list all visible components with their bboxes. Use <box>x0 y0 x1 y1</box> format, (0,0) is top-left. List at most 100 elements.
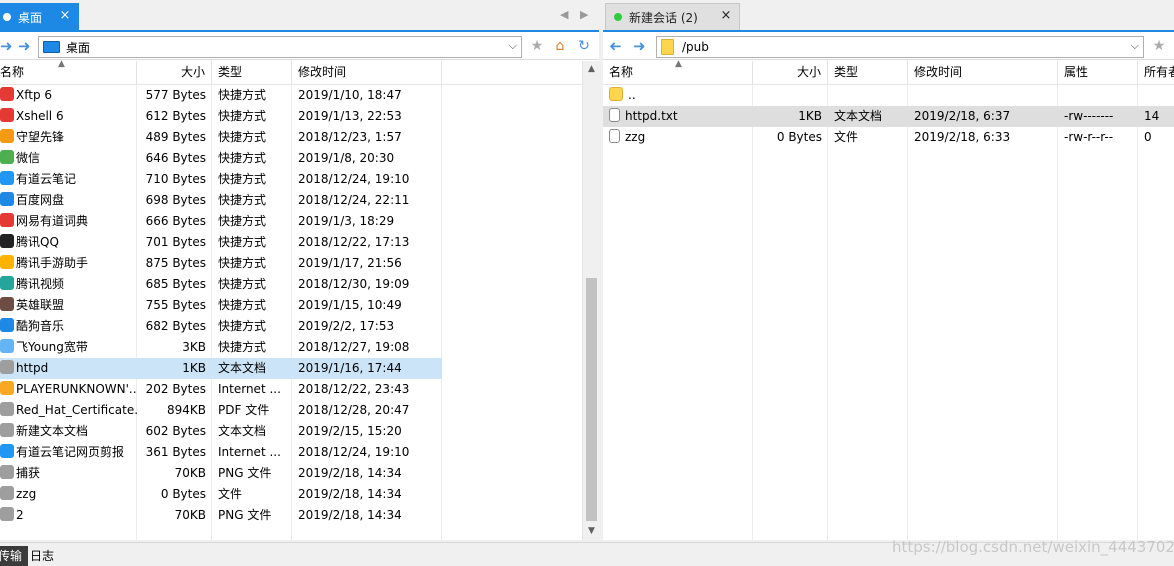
cell-text: 快捷方式 <box>218 319 267 333</box>
chevron-down-icon[interactable]: ⌵ <box>509 39 517 53</box>
cell-type: 快捷方式 <box>212 274 292 295</box>
column-owner[interactable]: 所有者 <box>1138 61 1174 85</box>
table-row[interactable]: 酷狗音乐 682 Bytes 快捷方式 2019/2/2, 17:53 <box>0 316 442 337</box>
cell-text: 2 <box>16 508 24 522</box>
tab-log[interactable]: 日志 <box>24 546 60 566</box>
cell-text: 快捷方式 <box>218 88 267 102</box>
cell-text: 百度网盘 <box>16 193 65 207</box>
scrollbar-thumb[interactable] <box>586 278 597 521</box>
table-row[interactable]: Xshell 6 612 Bytes 快捷方式 2019/1/13, 22:53 <box>0 106 442 127</box>
column-type[interactable]: 类型 <box>828 61 908 85</box>
table-row[interactable]: httpd 1KB 文本文档 2019/1/16, 17:44 <box>0 358 442 379</box>
table-row[interactable]: 百度网盘 698 Bytes 快捷方式 2018/12/24, 22:11 <box>0 190 442 211</box>
tab-desktop[interactable]: 桌面 × <box>0 3 79 30</box>
cell-size: 602 Bytes <box>137 421 212 442</box>
chevron-down-icon[interactable]: ⌵ <box>1131 39 1139 53</box>
cell-text: Red_Hat_Certificate... <box>16 403 137 417</box>
cell-text: 2018/12/22, 23:43 <box>298 382 410 396</box>
table-row[interactable]: 有道云笔记网页剪报 361 Bytes Internet ... 2018/12/24… <box>0 442 442 463</box>
tab-scroll-left-icon[interactable]: ◀ <box>560 8 568 21</box>
table-row[interactable]: 捕获 70KB PNG 文件 2019/2/18, 14:34 <box>0 463 442 484</box>
cell-text: 2019/2/18, 14:34 <box>298 466 402 480</box>
table-row[interactable]: zzg 0 Bytes 文件 2019/2/18, 6:33 -rw-r--r-- 0 <box>603 127 1174 148</box>
scroll-up-icon[interactable]: ▲ <box>583 61 599 78</box>
cell-text: 捕获 <box>16 466 41 480</box>
bookmark-star-icon[interactable]: ★ <box>528 37 546 55</box>
close-tab-icon[interactable]: × <box>719 9 733 23</box>
cell-text: 0 Bytes <box>776 130 822 144</box>
refresh-icon[interactable]: ↻ <box>575 37 593 55</box>
cell-text: 2019/1/8, 20:30 <box>298 151 395 165</box>
cell-text: 2019/2/18, 14:34 <box>298 508 402 522</box>
cell-size: 682 Bytes <box>137 316 212 337</box>
table-row[interactable]: zzg 0 Bytes 文件 2019/2/18, 14:34 <box>0 484 442 505</box>
cell-type: 快捷方式 <box>212 253 292 274</box>
cell-text: 快捷方式 <box>218 130 267 144</box>
table-row[interactable]: 网易有道词典 666 Bytes 快捷方式 2019/1/3, 18:29 <box>0 211 442 232</box>
back-arrow-icon[interactable]: ➜ <box>0 37 13 55</box>
local-path-combobox[interactable]: 桌面 ⌵ <box>38 36 522 58</box>
cell-text: PNG 文件 <box>218 508 272 522</box>
cell-text: Xshell 6 <box>16 109 64 123</box>
cell-mtime: 2018/12/22, 17:13 <box>292 232 442 253</box>
table-row[interactable]: 2 70KB PNG 文件 2019/2/18, 14:34 <box>0 505 442 526</box>
cell-mtime: 2018/12/23, 1:57 <box>292 127 442 148</box>
cell-text: 2018/12/24, 19:10 <box>298 445 410 459</box>
table-row[interactable]: 守望先锋 489 Bytes 快捷方式 2018/12/23, 1:57 <box>0 127 442 148</box>
local-vertical-scrollbar[interactable]: ▲ ▼ <box>582 61 599 540</box>
table-row[interactable]: .. <box>603 85 1174 106</box>
cell-text: 2019/2/18, 6:33 <box>914 130 1011 144</box>
cell-text: httpd <box>16 361 49 375</box>
back-arrow-icon[interactable]: ➜ <box>609 37 622 55</box>
bookmark-star-icon[interactable]: ★ <box>1150 37 1168 55</box>
cell-text: 快捷方式 <box>218 214 267 228</box>
table-row[interactable]: 腾讯手游助手 875 Bytes 快捷方式 2019/1/17, 21:56 <box>0 253 442 274</box>
forward-arrow-icon[interactable]: ➜ <box>633 37 646 55</box>
cell-name: 英雄联盟 <box>0 295 137 316</box>
table-row[interactable]: 飞Young宽带 3KB 快捷方式 2018/12/27, 19:08 <box>0 337 442 358</box>
column-name[interactable]: 名称 <box>0 61 137 85</box>
column-mtime[interactable]: 修改时间 <box>908 61 1058 85</box>
table-row[interactable]: PLAYERUNKNOWN'... 202 Bytes Internet ... 20… <box>0 379 442 400</box>
cell-mtime: 2018/12/22, 23:43 <box>292 379 442 400</box>
cell-type: 快捷方式 <box>212 337 292 358</box>
cell-text: 快捷方式 <box>218 277 267 291</box>
cell-text: 快捷方式 <box>218 193 267 207</box>
cell-text: 守望先锋 <box>16 130 65 144</box>
forward-arrow-icon[interactable]: ➜ <box>18 37 31 55</box>
column-type[interactable]: 类型 <box>212 61 292 85</box>
home-folder-icon[interactable]: ⌂ <box>551 37 569 55</box>
cell-text: 0 Bytes <box>160 487 206 501</box>
table-row[interactable]: 腾讯视频 685 Bytes 快捷方式 2018/12/30, 19:09 <box>0 274 442 295</box>
column-size[interactable]: 大小 <box>753 61 828 85</box>
cell-mtime: 2018/12/27, 19:08 <box>292 337 442 358</box>
table-row[interactable]: 有道云笔记 710 Bytes 快捷方式 2018/12/24, 19:10 <box>0 169 442 190</box>
cell-text: Internet ... <box>218 445 281 459</box>
remote-path-combobox[interactable]: /pub ⌵ <box>656 36 1144 58</box>
scroll-down-icon[interactable]: ▼ <box>583 523 599 540</box>
tab-session-2[interactable]: 新建会话 (2) × <box>605 3 740 30</box>
table-row[interactable]: Red_Hat_Certificate... 894KB PDF 文件 2018/12… <box>0 400 442 421</box>
column-size[interactable]: 大小 <box>137 61 212 85</box>
cell-text: 新建文本文档 <box>16 424 89 438</box>
cell-mtime: 2018/12/24, 19:10 <box>292 169 442 190</box>
cell-size: 70KB <box>137 463 212 484</box>
table-row[interactable]: 英雄联盟 755 Bytes 快捷方式 2019/1/15, 10:49 <box>0 295 442 316</box>
cell-type: 快捷方式 <box>212 106 292 127</box>
column-mtime[interactable]: 修改时间 <box>292 61 442 85</box>
table-row[interactable]: 微信 646 Bytes 快捷方式 2019/1/8, 20:30 <box>0 148 442 169</box>
cell-text: 698 Bytes <box>145 193 206 207</box>
column-attributes[interactable]: 属性 <box>1058 61 1138 85</box>
cell-mtime: 2019/2/18, 14:34 <box>292 463 442 484</box>
table-row[interactable]: 新建文本文档 602 Bytes 文本文档 2019/2/15, 15:20 <box>0 421 442 442</box>
cell-text: 701 Bytes <box>145 235 206 249</box>
tab-label: 桌面 <box>18 10 43 25</box>
cell-text: 3KB <box>182 340 206 354</box>
table-row[interactable]: httpd.txt 1KB 文本文档 2019/2/18, 6:37 -rw------… <box>603 106 1174 127</box>
table-row[interactable]: 腾讯QQ 701 Bytes 快捷方式 2018/12/22, 17:13 <box>0 232 442 253</box>
table-row[interactable]: Xftp 6 577 Bytes 快捷方式 2019/1/10, 18:47 <box>0 85 442 106</box>
close-tab-icon[interactable]: × <box>58 9 72 23</box>
cell-text: 2019/1/10, 18:47 <box>298 88 402 102</box>
cell-text: 14 <box>1144 109 1160 123</box>
tab-scroll-right-icon[interactable]: ▶ <box>580 8 588 21</box>
